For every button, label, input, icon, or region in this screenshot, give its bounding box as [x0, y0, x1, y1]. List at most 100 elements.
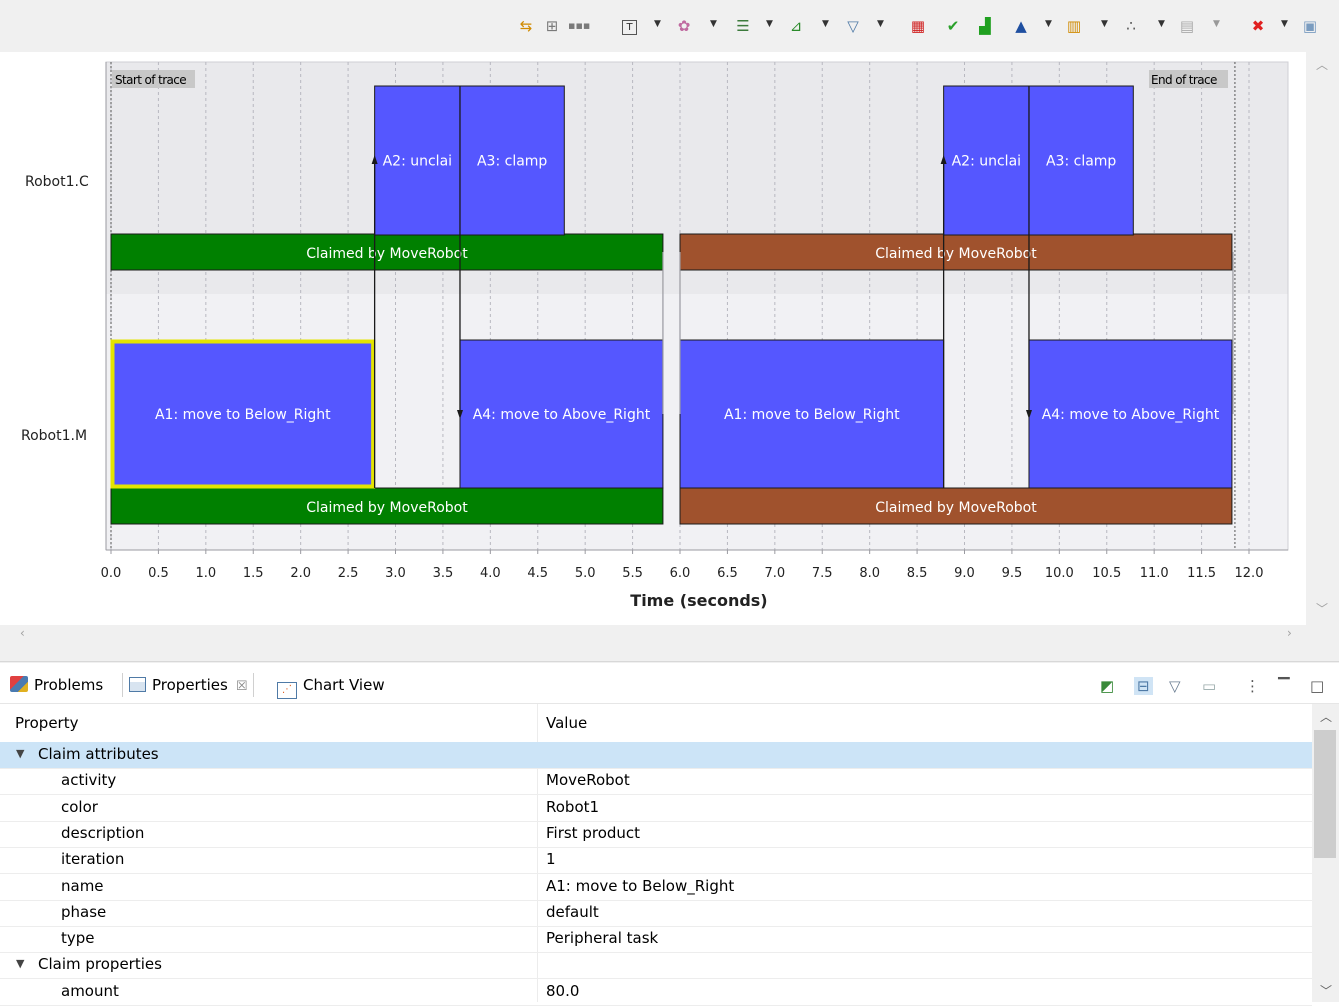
ellipsis-icon[interactable]: ▪▪▪	[568, 17, 590, 35]
pin-icon[interactable]: ◩	[1100, 677, 1114, 695]
start-of-trace-label: Start of trace	[115, 73, 186, 87]
property-name: Claim attributes	[38, 745, 159, 763]
maximize-icon[interactable]: □	[1310, 677, 1324, 695]
bar-chart-icon[interactable]: ▥	[1066, 17, 1082, 35]
x-tick-label: 1.0	[195, 566, 216, 581]
tab-chart-view[interactable]: ⋰ Chart View	[277, 673, 385, 699]
x-tick-label: 11.5	[1187, 566, 1216, 581]
property-value: default	[546, 902, 599, 921]
property-value: A1: move to Below_Right	[546, 876, 735, 895]
x-tick-label: 2.0	[290, 566, 311, 581]
x-tick-label: 3.5	[433, 566, 454, 581]
pin-icon[interactable]: ⊿	[788, 17, 804, 35]
delete-icon[interactable]: ✖	[1250, 17, 1266, 35]
rows-icon[interactable]: ☰	[735, 17, 751, 35]
x-tick-label: 9.0	[954, 566, 975, 581]
table-row[interactable]: color Robot1	[0, 795, 1312, 822]
task-label: A2: unclai	[383, 154, 452, 170]
chart-toolbar: ⇆ ⊞ ▪▪▪ T ▼ ✿ ▼ ☰ ▼ ⊿ ▼ ▽ ▼ ▦ ✔ ▟ ▲ ▼ ▥ …	[0, 0, 1339, 52]
chevron-down-icon[interactable]: ▼	[822, 19, 829, 29]
scatter-icon[interactable]: ∴	[1123, 17, 1139, 35]
close-icon[interactable]: ☒	[236, 679, 248, 694]
sync-icon[interactable]: ⇆	[518, 17, 534, 35]
chevron-down-icon[interactable]: ▼	[1158, 19, 1165, 29]
table-header: Property Value	[0, 704, 1312, 743]
chevron-down-icon[interactable]: ▼	[16, 747, 24, 760]
table-row[interactable]: phase default	[0, 900, 1312, 927]
color-palette-icon[interactable]: ✿	[676, 17, 692, 35]
histogram-icon[interactable]: ▟	[977, 17, 993, 35]
row-label-robot1-m: Robot1.M	[21, 428, 87, 444]
x-tick-label: 4.5	[527, 566, 548, 581]
tree-icon[interactable]: ⊟	[1134, 677, 1153, 695]
chevron-down-icon[interactable]: ▼	[710, 19, 717, 29]
chevron-down-icon[interactable]: ▼	[1281, 19, 1288, 29]
minimize-icon[interactable]: ▔	[1278, 677, 1290, 695]
hierarchy-icon[interactable]: ⊞	[544, 17, 560, 35]
tab-problems[interactable]: Problems	[10, 673, 103, 697]
property-value: First product	[546, 823, 641, 842]
chevron-down-icon[interactable]: ▼	[877, 19, 884, 29]
x-tick-label: 2.5	[338, 566, 359, 581]
property-group-row[interactable]: ▼ Claim properties	[0, 952, 1312, 980]
properties-table[interactable]: Property Value ▼ Claim attributes activity…	[0, 704, 1312, 1006]
chart-view-icon: ⋰	[277, 682, 297, 699]
property-name: amount	[61, 981, 119, 1000]
column-header-property[interactable]: Property	[15, 714, 78, 732]
tab-label: Problems	[34, 676, 104, 694]
gantt-chart-svg[interactable]: Start of trace End of trace Claimed by Mov…	[14, 52, 1306, 625]
chevron-down-icon[interactable]: ▼	[654, 19, 661, 29]
gantt-chart[interactable]: Start of trace End of trace Claimed by Mov…	[14, 52, 1306, 625]
table-row[interactable]: type Peripheral task	[0, 926, 1312, 954]
property-group-row[interactable]: ▼ Claim attributes	[0, 742, 1312, 769]
property-name: description	[61, 823, 145, 842]
restore-icon[interactable]: ▭	[1202, 677, 1216, 695]
scroll-up-icon[interactable]: ︿	[1320, 708, 1332, 725]
task-label: A1: move to Below_Right	[155, 407, 331, 423]
scrollbar-thumb[interactable]	[1314, 730, 1336, 858]
columns-icon[interactable]: ▤	[1179, 17, 1195, 35]
table-row[interactable]: description First product	[0, 821, 1312, 848]
more-icon[interactable]: ⋮	[1245, 677, 1260, 695]
filter-icon[interactable]: ▽	[845, 17, 861, 35]
x-tick-label: 4.0	[480, 566, 501, 581]
x-tick-label: 12.0	[1235, 566, 1264, 581]
save-icon[interactable]: ▣	[1302, 17, 1318, 35]
table-row[interactable]: iteration 1	[0, 847, 1312, 875]
scroll-right-icon[interactable]: ›	[1287, 626, 1292, 640]
divider	[0, 661, 1339, 662]
x-tick-label: 6.0	[670, 566, 691, 581]
chevron-down-icon[interactable]: ▼	[1045, 19, 1052, 29]
scroll-left-icon[interactable]: ‹	[20, 626, 25, 640]
property-name: phase	[61, 902, 107, 921]
chart-horizontal-scrollbar[interactable]: ‹ ›	[0, 625, 1339, 645]
tab-properties[interactable]: Properties ☒	[122, 673, 255, 697]
chevron-down-icon[interactable]: ▼	[16, 957, 24, 970]
task-label: A3: clamp	[1046, 154, 1116, 170]
x-tick-label: 5.0	[575, 566, 596, 581]
table-row[interactable]: activity MoveRobot	[0, 768, 1312, 796]
x-tick-label: 0.0	[101, 566, 122, 581]
x-axis-title: Time (seconds)	[630, 591, 767, 610]
x-tick-label: 1.5	[243, 566, 264, 581]
scroll-up-icon[interactable]: ︿	[1316, 56, 1328, 73]
text-icon[interactable]: T	[622, 20, 637, 35]
tab-label: Properties	[152, 676, 228, 694]
claim-label: Claimed by MoveRobot	[875, 500, 1037, 516]
chevron-down-icon[interactable]: ▼	[766, 19, 773, 29]
task-label: A2: unclai	[952, 154, 1021, 170]
scroll-down-icon[interactable]: ﹀	[1316, 600, 1328, 617]
filter-icon[interactable]: ▽	[1169, 677, 1181, 695]
table-row[interactable]: name A1: move to Below_Right	[0, 874, 1312, 901]
check-icon[interactable]: ✔	[945, 17, 961, 35]
x-tick-label: 7.0	[764, 566, 785, 581]
chevron-down-icon[interactable]: ▼	[1213, 19, 1220, 29]
column-header-value[interactable]: Value	[546, 714, 587, 732]
property-name: activity	[61, 771, 117, 790]
claim-label: Claimed by MoveRobot	[306, 500, 468, 516]
matrix-icon[interactable]: ▦	[910, 17, 926, 35]
chart-vertical-scrollbar[interactable]: ︿ ﹀	[1306, 52, 1339, 625]
triangle-icon[interactable]: ▲	[1013, 17, 1029, 35]
scroll-down-icon[interactable]: ﹀	[1320, 982, 1332, 999]
chevron-down-icon[interactable]: ▼	[1101, 19, 1108, 29]
